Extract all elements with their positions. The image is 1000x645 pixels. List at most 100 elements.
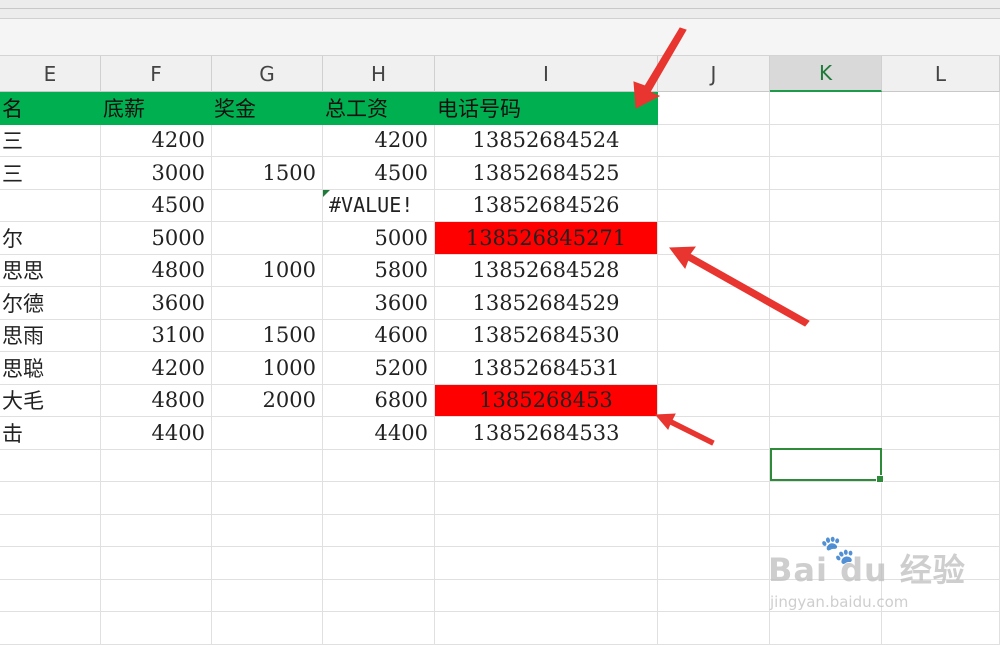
empty-cell[interactable] bbox=[658, 157, 770, 190]
phone-cell[interactable]: 13852684529 bbox=[435, 287, 658, 320]
phone-cell[interactable]: 13852684530 bbox=[435, 319, 658, 352]
bonus-cell[interactable]: 1500 bbox=[212, 319, 323, 352]
empty-cell[interactable] bbox=[435, 579, 658, 612]
empty-cell[interactable] bbox=[658, 189, 770, 222]
base-salary-cell[interactable]: 4200 bbox=[101, 124, 212, 157]
name-cell[interactable]: 大毛 bbox=[0, 384, 101, 417]
name-cell[interactable]: 击 bbox=[0, 417, 101, 450]
empty-cell[interactable] bbox=[882, 449, 1000, 482]
header-cell-base-salary[interactable]: 底薪 bbox=[101, 92, 212, 125]
base-salary-cell[interactable]: 3100 bbox=[101, 319, 212, 352]
base-salary-cell[interactable]: 4500 bbox=[101, 189, 212, 222]
empty-cell[interactable] bbox=[882, 384, 1000, 417]
base-salary-cell[interactable]: 3600 bbox=[101, 287, 212, 320]
total-salary-cell[interactable]: 5800 bbox=[323, 254, 435, 287]
empty-cell[interactable] bbox=[658, 612, 770, 645]
bonus-cell[interactable]: 1000 bbox=[212, 254, 323, 287]
column-header-g[interactable]: G bbox=[212, 56, 323, 92]
phone-cell[interactable]: 13852684533 bbox=[435, 417, 658, 450]
empty-cell[interactable] bbox=[212, 579, 323, 612]
empty-cell[interactable] bbox=[323, 514, 435, 547]
total-salary-cell[interactable]: 4400 bbox=[323, 417, 435, 450]
empty-cell[interactable] bbox=[658, 417, 770, 450]
base-salary-cell[interactable]: 5000 bbox=[101, 222, 212, 255]
empty-cell[interactable] bbox=[882, 352, 1000, 385]
empty-cell[interactable] bbox=[435, 547, 658, 580]
name-cell[interactable]: 思雨 bbox=[0, 319, 101, 352]
name-cell[interactable]: 三 bbox=[0, 157, 101, 190]
empty-cell[interactable] bbox=[882, 319, 1000, 352]
total-salary-cell[interactable]: 6800 bbox=[323, 384, 435, 417]
empty-cell[interactable] bbox=[0, 482, 101, 515]
name-cell[interactable]: 思思 bbox=[0, 254, 101, 287]
empty-cell[interactable] bbox=[882, 189, 1000, 222]
total-salary-cell[interactable]: 3600 bbox=[323, 287, 435, 320]
bonus-cell[interactable] bbox=[212, 124, 323, 157]
name-cell[interactable]: 尔 bbox=[0, 222, 101, 255]
empty-cell[interactable] bbox=[658, 482, 770, 515]
empty-cell[interactable] bbox=[658, 449, 770, 482]
empty-cell[interactable] bbox=[658, 579, 770, 612]
empty-cell[interactable] bbox=[882, 124, 1000, 157]
total-salary-cell[interactable]: 4500 bbox=[323, 157, 435, 190]
base-salary-cell[interactable]: 4200 bbox=[101, 352, 212, 385]
empty-cell[interactable] bbox=[101, 612, 212, 645]
name-cell[interactable] bbox=[0, 189, 101, 222]
empty-cell[interactable] bbox=[435, 612, 658, 645]
header-cell-name[interactable]: 名 bbox=[0, 92, 101, 125]
base-salary-cell[interactable]: 4800 bbox=[101, 384, 212, 417]
empty-cell[interactable] bbox=[658, 287, 770, 320]
empty-cell[interactable] bbox=[323, 579, 435, 612]
empty-cell[interactable] bbox=[770, 482, 882, 515]
header-cell-bonus[interactable]: 奖金 bbox=[212, 92, 323, 125]
column-header-e[interactable]: E bbox=[0, 56, 101, 92]
empty-cell[interactable] bbox=[658, 514, 770, 547]
empty-cell[interactable] bbox=[0, 612, 101, 645]
selected-cell-k[interactable] bbox=[770, 448, 884, 483]
empty-cell[interactable] bbox=[658, 92, 770, 125]
bonus-cell[interactable]: 1000 bbox=[212, 352, 323, 385]
empty-cell[interactable] bbox=[770, 352, 882, 385]
empty-cell[interactable] bbox=[323, 449, 435, 482]
empty-cell[interactable] bbox=[770, 384, 882, 417]
header-cell-phone[interactable]: 电话号码 bbox=[435, 92, 658, 125]
empty-cell[interactable] bbox=[658, 254, 770, 287]
empty-cell[interactable] bbox=[882, 287, 1000, 320]
formula-bar[interactable] bbox=[0, 19, 1000, 56]
empty-cell[interactable] bbox=[658, 384, 770, 417]
empty-cell[interactable] bbox=[101, 449, 212, 482]
phone-cell-highlighted[interactable]: 138526845271 bbox=[435, 222, 658, 255]
bonus-cell[interactable] bbox=[212, 417, 323, 450]
empty-cell[interactable] bbox=[658, 352, 770, 385]
empty-cell[interactable] bbox=[323, 547, 435, 580]
fill-handle[interactable] bbox=[876, 475, 884, 483]
phone-cell[interactable]: 13852684531 bbox=[435, 352, 658, 385]
total-salary-cell[interactable]: 4600 bbox=[323, 319, 435, 352]
empty-cell[interactable] bbox=[212, 547, 323, 580]
empty-cell[interactable] bbox=[882, 157, 1000, 190]
total-salary-cell[interactable]: 5000 bbox=[323, 222, 435, 255]
phone-cell[interactable]: 13852684528 bbox=[435, 254, 658, 287]
empty-cell[interactable] bbox=[435, 514, 658, 547]
empty-cell[interactable] bbox=[882, 482, 1000, 515]
empty-cell[interactable] bbox=[0, 547, 101, 580]
bonus-cell[interactable] bbox=[212, 189, 323, 222]
empty-cell[interactable] bbox=[770, 124, 882, 157]
empty-cell[interactable] bbox=[212, 449, 323, 482]
empty-cell[interactable] bbox=[658, 222, 770, 255]
empty-cell[interactable] bbox=[212, 612, 323, 645]
empty-cell[interactable] bbox=[0, 579, 101, 612]
phone-cell[interactable]: 13852684525 bbox=[435, 157, 658, 190]
empty-cell[interactable] bbox=[212, 514, 323, 547]
bonus-cell[interactable]: 2000 bbox=[212, 384, 323, 417]
column-header-l[interactable]: L bbox=[882, 56, 1000, 92]
name-cell[interactable]: 尔德 bbox=[0, 287, 101, 320]
header-cell-total-salary[interactable]: 总工资 bbox=[323, 92, 435, 125]
bonus-cell[interactable] bbox=[212, 222, 323, 255]
empty-cell[interactable] bbox=[0, 449, 101, 482]
empty-cell[interactable] bbox=[101, 482, 212, 515]
base-salary-cell[interactable]: 4400 bbox=[101, 417, 212, 450]
empty-cell[interactable] bbox=[435, 482, 658, 515]
empty-cell[interactable] bbox=[770, 189, 882, 222]
empty-cell[interactable] bbox=[882, 254, 1000, 287]
